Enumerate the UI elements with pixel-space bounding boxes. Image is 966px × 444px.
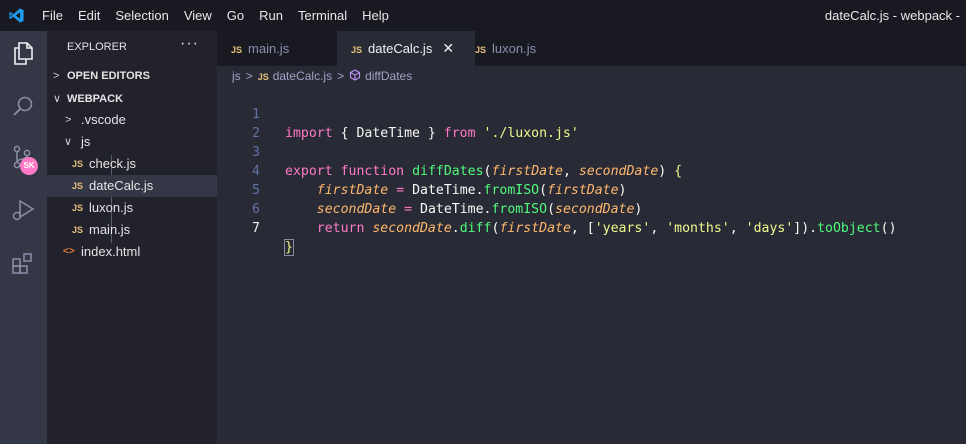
js-file-icon: JS — [231, 45, 243, 55]
tab-luxon-js[interactable]: JS luxon.js — [461, 31, 587, 66]
chevron-right-icon: > — [65, 114, 72, 126]
tree-item-luxon-js[interactable]: JS luxon.js — [47, 197, 217, 219]
explorer-sidebar: EXPLORER ··· > OPEN EDITORS ∨ WEBPACK > … — [47, 31, 217, 444]
js-file-icon: JS — [351, 45, 363, 55]
menu-edit[interactable]: Edit — [78, 8, 100, 23]
js-file-icon: JS — [257, 72, 269, 82]
menu-go[interactable]: Go — [227, 8, 244, 23]
tree-item-vscode[interactable]: > .vscode — [47, 109, 217, 131]
js-file-icon: JS — [72, 225, 84, 235]
menu-terminal[interactable]: Terminal — [298, 8, 347, 23]
tab-label: luxon.js — [492, 41, 537, 56]
tab-label: dateCalc.js — [368, 41, 433, 56]
tree-item-label: .vscode — [81, 112, 126, 127]
code-line: 5 secondDate = DateTime.fromISO(secondDa… — [217, 162, 966, 217]
tree-item-main-js[interactable]: JS main.js — [47, 219, 217, 241]
code-line: 4 firstDate = DateTime.fromISO(firstDate… — [217, 143, 966, 198]
line-number: 7 — [252, 221, 260, 236]
tree-item-check-js[interactable]: JS check.js — [47, 153, 217, 175]
code-line: 3 export function diffDates(firstDate, s… — [217, 124, 966, 179]
chevron-right-icon: > — [245, 69, 253, 83]
search-icon[interactable] — [10, 94, 36, 120]
tab-datecalc-js[interactable]: JS dateCalc.js ✕ — [337, 31, 475, 66]
breadcrumb-symbol[interactable]: diffDates — [365, 69, 412, 83]
menu-view[interactable]: View — [184, 8, 212, 23]
breadcrumb: js > JS dateCalc.js > diffDates — [232, 66, 412, 86]
tree-item-label: index.html — [81, 244, 141, 259]
window-title: dateCalc.js - webpack - — [824, 8, 960, 23]
chevron-down-icon: ∨ — [53, 93, 62, 105]
breadcrumb-file[interactable]: dateCalc.js — [273, 69, 332, 83]
open-editors-section[interactable]: > OPEN EDITORS — [47, 65, 217, 87]
menu-help[interactable]: Help — [362, 8, 389, 23]
editor-tabs: JS main.js JS dateCalc.js ✕ JS luxon.js — [217, 31, 966, 66]
run-debug-icon[interactable] — [10, 197, 36, 223]
tree-item-datecalc-js[interactable]: JS dateCalc.js — [47, 175, 217, 197]
code-editor[interactable]: js > JS dateCalc.js > diffDates 1 import { Da… — [217, 66, 966, 444]
tab-main-js[interactable]: JS main.js — [217, 31, 351, 66]
menu-file[interactable]: File — [42, 8, 63, 23]
tree-item-label: luxon.js — [89, 200, 134, 215]
tree-item-label: check.js — [89, 156, 136, 171]
js-file-icon: JS — [72, 181, 84, 191]
tree-item-label: main.js — [89, 222, 131, 237]
chevron-right-icon: > — [337, 69, 345, 83]
tree-item-index-html[interactable]: <> index.html — [47, 241, 217, 263]
close-icon[interactable]: ✕ — [442, 40, 454, 56]
js-file-icon: JS — [475, 45, 487, 55]
tree-item-label: js — [81, 134, 91, 149]
method-cube-icon — [350, 69, 361, 81]
menu-run[interactable]: Run — [259, 8, 283, 23]
files-icon[interactable] — [10, 40, 36, 66]
tree-item-label: dateCalc.js — [89, 178, 154, 193]
code-line: 2 — [217, 105, 966, 141]
chevron-right-icon: > — [53, 70, 60, 82]
code-line: 7 } — [217, 200, 966, 256]
title-bar: File Edit Selection View Go Run Terminal… — [0, 0, 966, 31]
menu-selection[interactable]: Selection — [115, 8, 168, 23]
menu-bar: File Edit Selection View Go Run Terminal… — [42, 0, 404, 31]
extensions-icon[interactable] — [10, 250, 36, 276]
tree-item-js-folder[interactable]: ∨ js — [47, 131, 217, 153]
chevron-down-icon: ∨ — [64, 136, 73, 148]
activity-bar: SK — [0, 31, 47, 444]
code-line: 6 return secondDate.diff(firstDate, ['ye… — [217, 181, 966, 236]
js-file-icon: JS — [72, 203, 84, 213]
more-actions-icon[interactable]: ··· — [180, 35, 199, 53]
breadcrumb-folder[interactable]: js — [232, 69, 241, 83]
line-content: return secondDate.diff(firstDate, ['year… — [316, 221, 897, 236]
js-file-icon: JS — [72, 159, 84, 169]
tab-label: main.js — [248, 41, 290, 56]
code-line: 1 import { DateTime } from './luxon.js' — [217, 86, 966, 141]
workspace-folder-section[interactable]: ∨ WEBPACK — [47, 88, 217, 110]
account-badge: SK — [20, 157, 38, 175]
line-content: } — [284, 239, 294, 256]
explorer-header: EXPLORER — [67, 41, 127, 53]
html-file-icon: <> — [63, 246, 75, 257]
vscode-logo-icon — [9, 8, 24, 23]
